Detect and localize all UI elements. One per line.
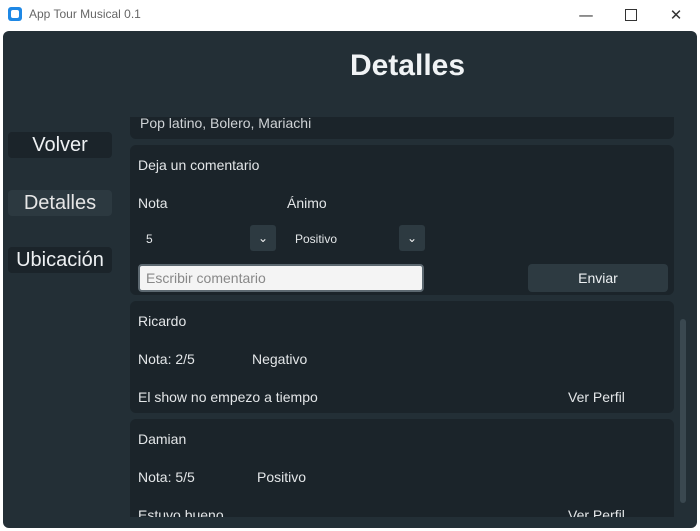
- animo-select[interactable]: Positivo ⌄: [287, 225, 425, 251]
- review-rating: Nota: 5/5: [138, 469, 195, 485]
- maximize-button[interactable]: [608, 0, 654, 30]
- review-text: Estuvo bueno: [138, 507, 224, 517]
- review-mood: Negativo: [252, 351, 308, 367]
- maximize-icon: [625, 9, 637, 21]
- comment-form: Deja un comentario Nota Ánimo 5 ⌄ Positi…: [130, 145, 674, 295]
- comment-heading: Deja un comentario: [138, 157, 260, 173]
- app-window: Detalles Volver Detalles Ubicación Pop l…: [3, 31, 697, 528]
- comment-input[interactable]: [138, 264, 424, 292]
- minimize-icon: —: [578, 6, 594, 24]
- chevron-down-icon[interactable]: ⌄: [399, 225, 425, 251]
- review-card: Ricardo Nota: 2/5 Negativo El show no em…: [130, 301, 674, 413]
- details-scroll-area[interactable]: Pop latino, Bolero, Mariachi Deja un com…: [130, 117, 680, 517]
- app-icon: [8, 7, 22, 21]
- nota-label: Nota: [138, 195, 168, 211]
- chevron-down-icon[interactable]: ⌄: [250, 225, 276, 251]
- minimize-button[interactable]: —: [563, 0, 609, 30]
- review-user: Damian: [138, 431, 187, 447]
- genre-panel: Pop latino, Bolero, Mariachi: [130, 117, 674, 139]
- genre-text: Pop latino, Bolero, Mariachi: [140, 117, 312, 131]
- review-mood: Positivo: [257, 469, 307, 485]
- scrollbar-thumb[interactable]: [680, 319, 686, 503]
- animo-label: Ánimo: [287, 195, 327, 211]
- send-button[interactable]: Enviar: [528, 264, 668, 292]
- nota-select-value: 5: [146, 232, 153, 246]
- review-card: Damian Nota: 5/5 Positivo Estuvo bueno V…: [130, 419, 674, 517]
- sidebar-item-detalles[interactable]: Detalles: [8, 190, 112, 216]
- view-profile-link[interactable]: Ver Perfil: [568, 389, 625, 405]
- window-title: App Tour Musical 0.1: [29, 7, 141, 21]
- window-titlebar: App Tour Musical 0.1 — ✕: [0, 0, 700, 30]
- review-user: Ricardo: [138, 313, 187, 329]
- close-button[interactable]: ✕: [653, 0, 699, 30]
- sidebar-item-ubicacion[interactable]: Ubicación: [8, 247, 112, 273]
- nota-select[interactable]: 5 ⌄: [138, 225, 276, 251]
- view-profile-link[interactable]: Ver Perfil: [568, 507, 625, 517]
- review-text: El show no empezo a tiempo: [138, 389, 318, 405]
- review-rating: Nota: 2/5: [138, 351, 195, 367]
- animo-select-value: Positivo: [295, 232, 338, 246]
- page-title: Detalles: [349, 49, 466, 82]
- close-icon: ✕: [669, 6, 683, 24]
- sidebar-item-volver[interactable]: Volver: [8, 132, 112, 158]
